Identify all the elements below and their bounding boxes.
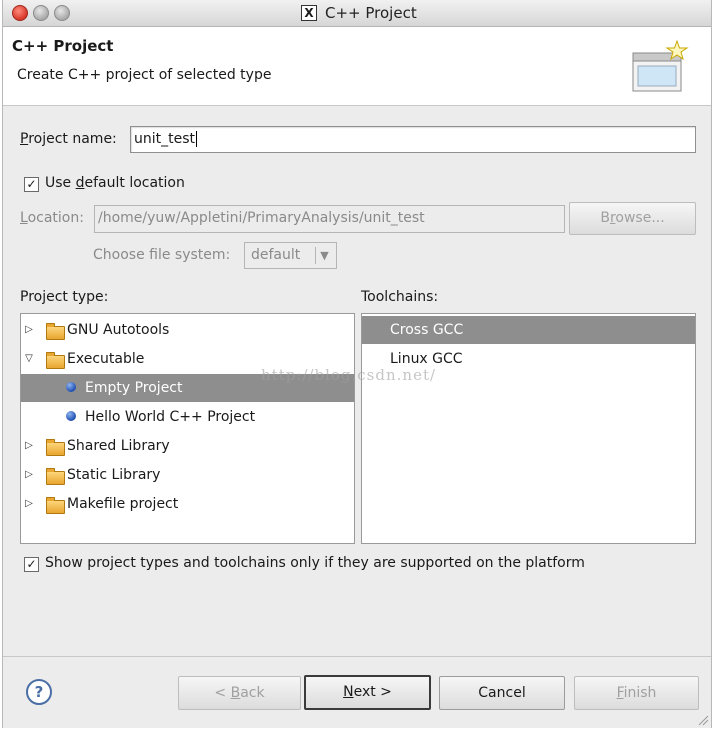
window-title: C++ Project — [325, 4, 417, 22]
footer-divider — [3, 656, 711, 657]
tree-item-makefile-project[interactable]: ▷ Makefile project — [21, 490, 354, 518]
new-project-wizard-icon — [632, 39, 689, 92]
folder-icon — [46, 439, 65, 456]
tree-item-label: GNU Autotools — [67, 322, 170, 338]
filter-platform-label: Show project types and toolchains only i… — [45, 555, 585, 571]
project-name-input[interactable]: unit_test — [130, 126, 696, 153]
tree-item-shared-library[interactable]: ▷ Shared Library — [21, 432, 354, 460]
file-system-label: Choose file system: — [93, 247, 231, 263]
tree-item-static-library[interactable]: ▷ Static Library — [21, 461, 354, 489]
minimize-icon[interactable] — [33, 5, 49, 21]
expand-triangle-icon[interactable]: ▷ — [24, 432, 34, 460]
x11-app-icon: X — [301, 5, 317, 21]
expand-triangle-icon[interactable]: ▷ — [24, 316, 34, 344]
toolchains-label: Toolchains: — [361, 289, 439, 305]
next-button[interactable]: Next > — [304, 675, 431, 710]
project-template-icon — [66, 382, 76, 392]
resize-grip-icon[interactable] — [697, 714, 709, 726]
expand-triangle-icon[interactable]: ▷ — [24, 461, 34, 489]
tree-item-label: Hello World C++ Project — [85, 409, 256, 425]
filter-platform-checkbox[interactable]: ✓ — [24, 557, 39, 572]
help-icon[interactable]: ? — [26, 679, 52, 705]
default-location-label: Use default location — [45, 175, 185, 191]
wizard-header: C++ Project Create C++ project of select… — [3, 27, 711, 106]
cancel-button[interactable]: Cancel — [439, 676, 565, 710]
tree-item-label: Makefile project — [67, 496, 179, 512]
folder-icon — [46, 497, 65, 514]
toolchains-list[interactable]: Cross GCC Linux GCC — [361, 313, 696, 544]
browse-button[interactable]: Browse... — [569, 202, 696, 235]
tree-item-label: Executable — [67, 351, 145, 367]
page-title: C++ Project — [12, 37, 114, 55]
location-label: Location: — [20, 210, 84, 226]
title-bar[interactable]: X C++ Project — [3, 0, 711, 27]
folder-icon — [46, 468, 65, 485]
dialog-window: X C++ Project C++ Project Create C++ pro… — [2, 0, 712, 728]
toolchain-label: Cross GCC — [390, 322, 464, 338]
tree-item-gnu-autotools[interactable]: ▷ GNU Autotools — [21, 316, 354, 344]
watermark-text: http://blog.csdn.net/ — [261, 366, 437, 384]
back-button[interactable]: < Back — [178, 676, 301, 710]
folder-open-icon — [46, 352, 65, 369]
toolchain-item-cross-gcc[interactable]: Cross GCC — [362, 316, 695, 344]
project-type-label: Project type: — [20, 289, 109, 305]
close-icon[interactable] — [12, 5, 28, 21]
chevron-down-icon: ▼ — [315, 247, 333, 264]
tree-item-label: Static Library — [67, 467, 161, 483]
maximize-icon[interactable] — [54, 5, 70, 21]
folder-icon — [46, 323, 65, 340]
page-description: Create C++ project of selected type — [17, 67, 272, 83]
file-system-select[interactable]: default ▼ — [244, 242, 337, 269]
project-type-tree[interactable]: ▷ GNU Autotools ▽ Executable Empty Proje… — [20, 313, 355, 544]
project-template-icon — [66, 411, 76, 421]
tree-item-label: Empty Project — [85, 380, 183, 396]
collapse-triangle-icon[interactable]: ▽ — [24, 345, 34, 373]
location-input[interactable]: /home/yuw/Appletini/PrimaryAnalysis/unit… — [94, 205, 565, 233]
tree-item-label: Shared Library — [67, 438, 170, 454]
expand-triangle-icon[interactable]: ▷ — [24, 490, 34, 518]
tree-item-hello-world[interactable]: Hello World C++ Project — [21, 403, 354, 431]
project-name-label: Project name: — [20, 131, 117, 147]
finish-button[interactable]: Finish — [574, 676, 699, 710]
default-location-checkbox[interactable]: ✓ — [24, 177, 39, 192]
